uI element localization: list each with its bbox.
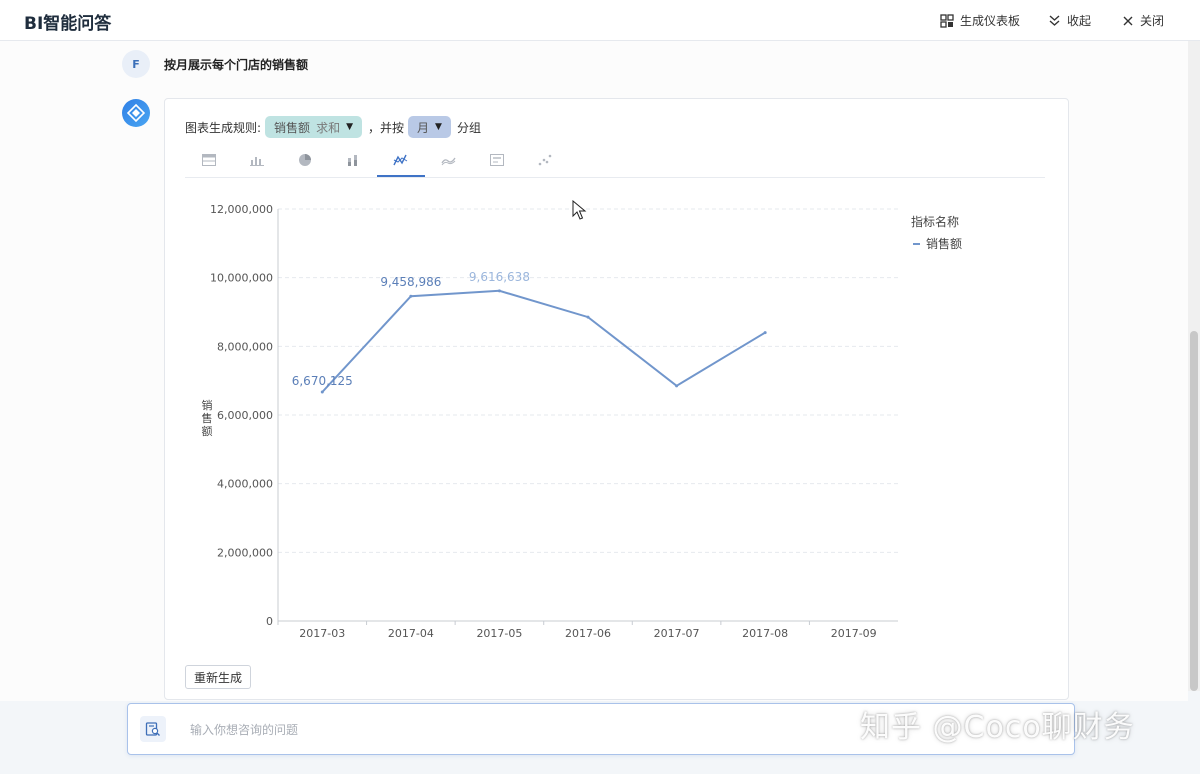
legend-item[interactable]: 销售额 [911, 235, 962, 252]
y-tick-label: 10,000,000 [210, 272, 273, 285]
search-history-icon[interactable] [140, 716, 166, 742]
y-tick-label: 0 [266, 615, 273, 628]
x-tick-label: 2017-03 [299, 627, 345, 640]
y-axis-title-char: 销 [202, 398, 213, 412]
app-title: BI智能问答 [24, 14, 112, 34]
user-avatar: F [122, 50, 150, 78]
collapse-icon [1048, 14, 1061, 27]
question-input[interactable] [188, 718, 912, 742]
close-button[interactable]: 关闭 [1122, 12, 1164, 29]
chart-rule-row: 图表生成规则: 销售额 求和 ▼ ，并按 月 ▼ 分组 [185, 116, 481, 138]
x-tick-label: 2017-07 [654, 627, 700, 640]
collapse-label: 收起 [1067, 14, 1092, 28]
legend-item-label: 销售额 [926, 237, 963, 251]
group-suffix: 分组 [456, 120, 481, 135]
measure-selector[interactable]: 销售额 求和 ▼ [265, 116, 362, 138]
data-label: 6,670,125 [292, 374, 353, 388]
data-point [586, 315, 590, 319]
data-point [675, 384, 679, 388]
rule-connector: ，并按 [368, 120, 405, 135]
dashboard-icon [940, 13, 954, 28]
data-point [497, 289, 501, 293]
generate-dashboard-label: 生成仪表板 [960, 14, 1021, 28]
chart-type-tabs [185, 145, 1045, 178]
tab-scatter[interactable] [521, 145, 569, 175]
tab-kpi-card[interactable] [473, 145, 521, 175]
dimension-selector[interactable]: 月 ▼ [408, 116, 451, 138]
data-label: 9,458,986 [380, 275, 441, 289]
dimension-name: 月 [417, 120, 430, 135]
data-point [409, 294, 413, 298]
rule-label: 图表生成规则: [185, 120, 262, 135]
tab-stacked-bar[interactable] [329, 145, 377, 175]
generate-dashboard-button[interactable]: 生成仪表板 [940, 12, 1020, 29]
x-tick-label: 2017-05 [476, 627, 522, 640]
chart-legend: 指标名称 销售额 [911, 213, 962, 252]
y-tick-label: 6,000,000 [217, 409, 273, 422]
user-question: 按月展示每个门店的销售额 [164, 58, 309, 72]
tab-line[interactable] [377, 145, 425, 177]
top-bar: BI智能问答 生成仪表板 收起 关闭 [0, 0, 1200, 41]
measure-name: 销售额 [274, 120, 311, 135]
legend-title: 指标名称 [911, 215, 960, 229]
legend-swatch [913, 242, 920, 245]
x-tick-label: 2017-06 [565, 627, 611, 640]
scrollbar-track[interactable] [1188, 41, 1200, 691]
line-chart-icon [393, 154, 408, 166]
y-axis-title-char: 售 [202, 411, 213, 425]
y-tick-label: 4,000,000 [217, 478, 273, 491]
tab-area[interactable] [425, 145, 473, 175]
close-label: 关闭 [1140, 14, 1165, 28]
scrollbar-thumb[interactable] [1190, 331, 1198, 691]
y-tick-label: 8,000,000 [217, 340, 273, 353]
mouse-cursor-icon [572, 200, 587, 220]
caret-down-icon: ▼ [435, 122, 442, 132]
bot-avatar [122, 99, 150, 127]
line-chart: 0 2,000,000 4,000,000 6,000,000 8,000,000 10,… [202, 203, 898, 640]
y-axis-title-char: 额 [202, 425, 213, 438]
data-point [763, 331, 767, 335]
kpi-card-icon [490, 154, 504, 166]
series-line [321, 289, 766, 393]
x-tick-label: 2017-08 [742, 627, 788, 640]
y-tick-label: 12,000,000 [210, 203, 273, 216]
tab-pie[interactable] [281, 145, 329, 175]
x-tick-label: 2017-04 [388, 627, 434, 640]
y-tick-label: 2,000,000 [217, 546, 273, 559]
collapse-button[interactable]: 收起 [1048, 12, 1091, 29]
tab-table[interactable] [185, 145, 233, 175]
area-chart-icon [441, 157, 456, 166]
scatter-icon [538, 154, 552, 166]
pie-chart-icon [299, 154, 311, 166]
table-icon [202, 154, 216, 166]
bot-logo-icon [127, 104, 145, 122]
x-tick-label: 2017-09 [831, 627, 877, 640]
measure-aggregation: 求和 [316, 120, 341, 135]
tab-bar[interactable] [233, 145, 281, 175]
close-icon [1122, 15, 1134, 27]
data-point [320, 390, 324, 394]
caret-down-icon: ▼ [346, 122, 353, 132]
answer-card: 图表生成规则: 销售额 求和 ▼ ，并按 月 ▼ 分组 0 2,000,000 … [164, 98, 1069, 700]
data-label: 9,616,638 [469, 270, 530, 284]
stacked-bar-icon [348, 155, 357, 166]
watermark: 知乎 @Coco聊财务 [860, 710, 1135, 745]
regenerate-button[interactable]: 重新生成 [185, 665, 252, 689]
bar-chart-icon [250, 157, 264, 166]
